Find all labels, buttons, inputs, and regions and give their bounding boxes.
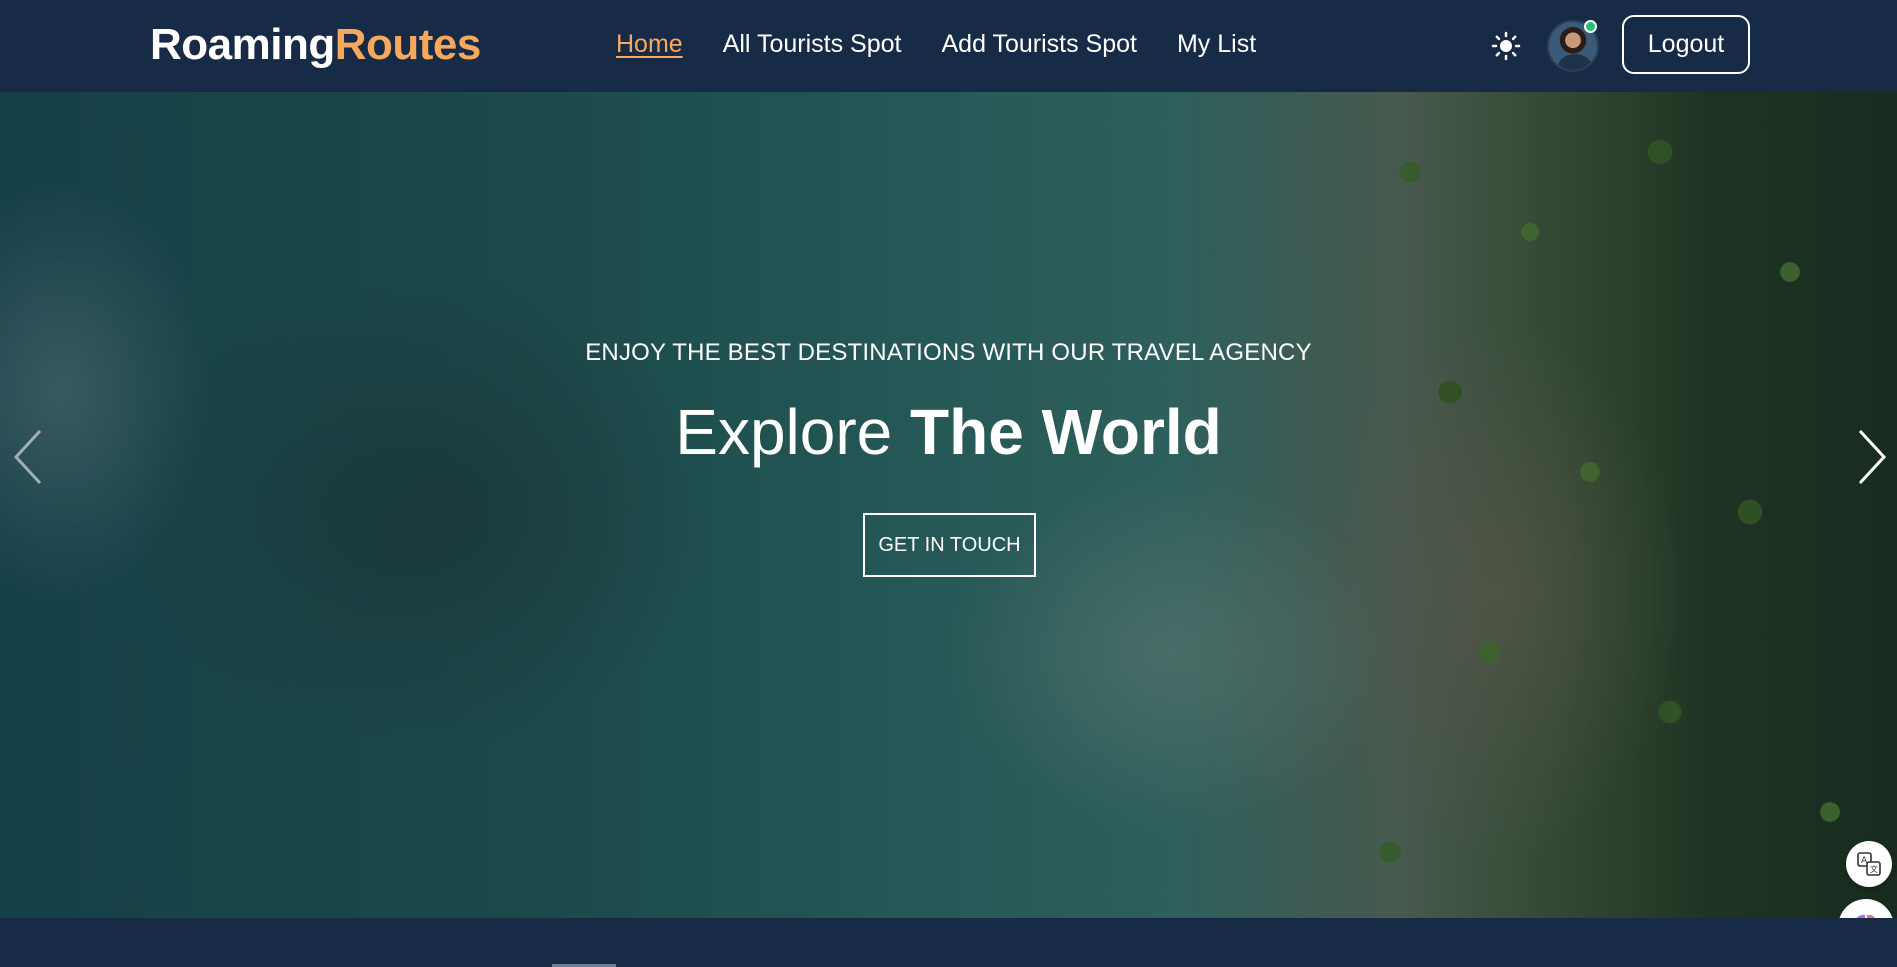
sun-icon[interactable] [1490,30,1522,62]
svg-text:A: A [1861,856,1868,866]
main-nav: Home All Tourists Spot Add Tourists Spot… [616,28,1256,60]
hero-tagline: ENJOY THE BEST DESTINATIONS WITH OUR TRA… [585,339,1312,366]
hero-headline: Explore The World [0,392,1897,472]
site-logo[interactable]: RoamingRoutes [150,18,481,72]
nav-link-home[interactable]: Home [616,28,683,60]
hero-banner: ENJOY THE BEST DESTINATIONS WITH OUR TRA… [0,92,1897,918]
logo-text-primary: Roaming [150,20,335,69]
online-status-indicator [1584,20,1597,33]
logout-button[interactable]: Logout [1622,15,1750,74]
avatar-body [1558,54,1592,70]
svg-text:文: 文 [1870,864,1878,874]
hero-overlay [0,92,1897,918]
hero-headline-bold: The World [910,396,1222,468]
nav-link-my-list[interactable]: My List [1177,28,1256,60]
translate-icon[interactable]: A 文 [1846,841,1892,887]
chevron-left-icon[interactable] [10,427,50,487]
next-section-strip [0,918,1897,967]
nav-link-add-tourists-spot[interactable]: Add Tourists Spot [941,28,1136,60]
get-in-touch-button[interactable]: GET IN TOUCH [863,513,1036,577]
nav-link-all-tourists-spot[interactable]: All Tourists Spot [723,28,902,60]
chevron-right-icon[interactable] [1850,427,1890,487]
navbar: RoamingRoutes Home All Tourists Spot Add… [0,0,1897,92]
hero-headline-light: Explore [675,396,893,468]
logo-text-accent: Routes [334,20,482,69]
